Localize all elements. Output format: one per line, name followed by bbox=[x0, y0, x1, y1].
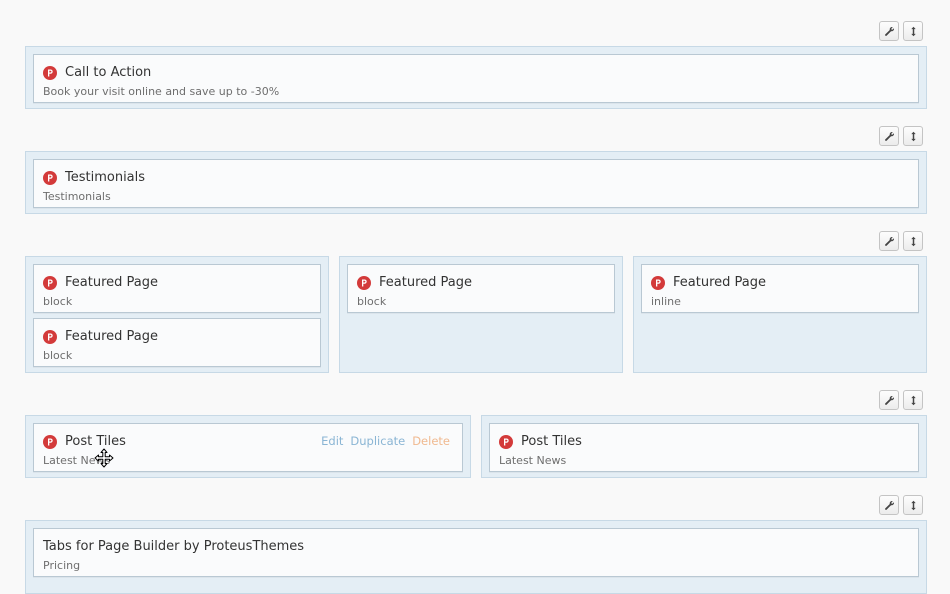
row-3-cell-2: Featured Page block bbox=[339, 256, 623, 373]
row-tabs: Tabs for Page Builder by ProteusThemes P… bbox=[25, 520, 927, 594]
vertical-move-icon bbox=[908, 395, 919, 406]
row-3-cell-3: Featured Page inline bbox=[633, 256, 927, 373]
wrench-icon bbox=[884, 395, 895, 406]
delete-link[interactable]: Delete bbox=[412, 434, 450, 448]
widget-featured-page[interactable]: Featured Page block bbox=[33, 318, 321, 367]
widget-featured-page[interactable]: Featured Page block bbox=[33, 264, 321, 313]
row-1-settings-button[interactable] bbox=[879, 21, 899, 41]
widget-title: Featured Page bbox=[379, 275, 472, 290]
widget-featured-page[interactable]: Featured Page inline bbox=[641, 264, 919, 313]
row-5-cell: Tabs for Page Builder by ProteusThemes P… bbox=[25, 520, 927, 594]
row-2-cell: Testimonials Testimonials bbox=[25, 151, 927, 214]
widget-title: Post Tiles bbox=[65, 434, 126, 449]
proteus-p-icon bbox=[43, 276, 57, 290]
row-1-cell: Call to Action Book your visit online an… bbox=[25, 46, 927, 109]
row-5-move-button[interactable] bbox=[903, 495, 923, 515]
row-featured-pages: Featured Page block Featured Page block … bbox=[25, 256, 927, 373]
wrench-icon bbox=[884, 500, 895, 511]
widget-subtitle: block bbox=[357, 295, 387, 308]
proteus-p-icon bbox=[43, 66, 57, 80]
widget-post-tiles[interactable]: Post Tiles Latest News bbox=[489, 423, 919, 472]
widget-subtitle: block bbox=[43, 295, 73, 308]
wrench-icon bbox=[884, 131, 895, 142]
row-4-move-button[interactable] bbox=[903, 390, 923, 410]
row-3-cell-1: Featured Page block Featured Page block bbox=[25, 256, 329, 373]
widget-subtitle: Testimonials bbox=[43, 190, 111, 203]
proteus-p-icon bbox=[651, 276, 665, 290]
row-4-settings-button[interactable] bbox=[879, 390, 899, 410]
row-4-toolbar bbox=[879, 390, 923, 410]
widget-title: Featured Page bbox=[65, 275, 158, 290]
widget-testimonials[interactable]: Testimonials Testimonials bbox=[33, 159, 919, 208]
row-call-to-action: Call to Action Book your visit online an… bbox=[25, 46, 927, 109]
proteus-p-icon bbox=[43, 435, 57, 449]
vertical-move-icon bbox=[908, 236, 919, 247]
vertical-move-icon bbox=[908, 500, 919, 511]
wrench-icon bbox=[884, 236, 895, 247]
proteus-p-icon bbox=[357, 276, 371, 290]
widget-title: Featured Page bbox=[65, 329, 158, 344]
proteus-p-icon bbox=[499, 435, 513, 449]
vertical-move-icon bbox=[908, 26, 919, 37]
widget-title: Featured Page bbox=[673, 275, 766, 290]
widget-tabs[interactable]: Tabs for Page Builder by ProteusThemes P… bbox=[33, 528, 919, 577]
row-3-move-button[interactable] bbox=[903, 231, 923, 251]
row-4-cell-1: Post Tiles Edit Duplicate Delete Latest … bbox=[25, 415, 471, 478]
proteus-p-icon bbox=[43, 171, 57, 185]
row-5-toolbar bbox=[879, 495, 923, 515]
widget-call-to-action[interactable]: Call to Action Book your visit online an… bbox=[33, 54, 919, 103]
widget-featured-page[interactable]: Featured Page block bbox=[347, 264, 615, 313]
row-1-toolbar bbox=[879, 21, 923, 41]
wrench-icon bbox=[884, 26, 895, 37]
row-post-tiles: Post Tiles Edit Duplicate Delete Latest … bbox=[25, 415, 927, 478]
edit-link[interactable]: Edit bbox=[321, 434, 343, 448]
widget-title: Tabs for Page Builder by ProteusThemes bbox=[43, 539, 305, 554]
row-5-settings-button[interactable] bbox=[879, 495, 899, 515]
row-3-toolbar bbox=[879, 231, 923, 251]
row-1-move-button[interactable] bbox=[903, 21, 923, 41]
widget-title: Post Tiles bbox=[521, 434, 582, 449]
row-2-move-button[interactable] bbox=[903, 126, 923, 146]
row-3-settings-button[interactable] bbox=[879, 231, 899, 251]
proteus-p-icon bbox=[43, 330, 57, 344]
widget-subtitle: Book your visit online and save up to -3… bbox=[43, 85, 280, 98]
widget-subtitle: block bbox=[43, 349, 73, 362]
row-2-toolbar bbox=[879, 126, 923, 146]
vertical-move-icon bbox=[908, 131, 919, 142]
widget-title: Testimonials bbox=[65, 170, 146, 185]
row-testimonials: Testimonials Testimonials bbox=[25, 151, 927, 214]
widget-subtitle: Pricing bbox=[43, 559, 81, 572]
widget-subtitle: inline bbox=[651, 295, 681, 308]
move-cursor-icon bbox=[94, 448, 114, 468]
duplicate-link[interactable]: Duplicate bbox=[350, 434, 405, 448]
row-2-settings-button[interactable] bbox=[879, 126, 899, 146]
widget-actions: Edit Duplicate Delete bbox=[321, 434, 450, 448]
widget-title: Call to Action bbox=[65, 65, 152, 80]
widget-subtitle: Latest News bbox=[499, 454, 567, 467]
row-4-cell-2: Post Tiles Latest News bbox=[481, 415, 927, 478]
